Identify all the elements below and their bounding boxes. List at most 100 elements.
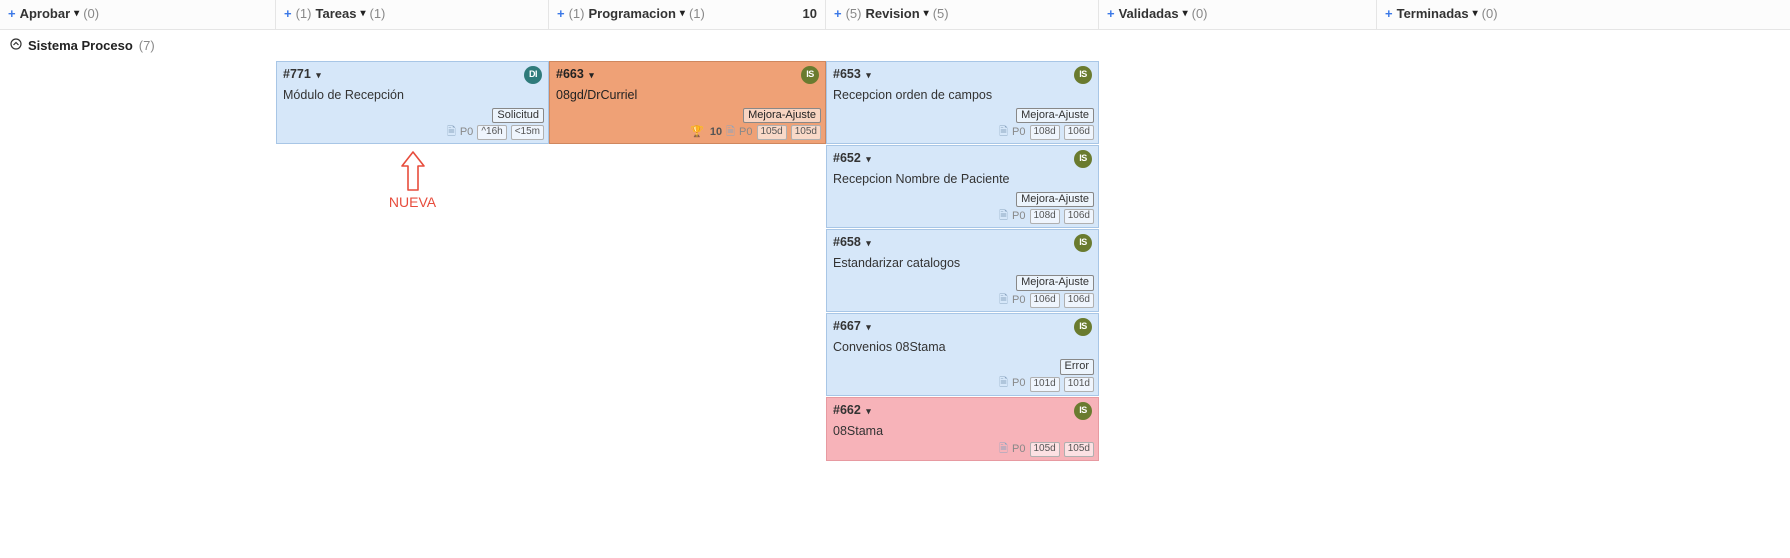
col-title: Aprobar (20, 6, 71, 21)
caret-down-icon[interactable]: ▾ (316, 70, 321, 80)
collapse-icon[interactable] (10, 38, 22, 53)
card-652[interactable]: #652 ▾ IS Recepcion Nombre de Paciente M… (826, 145, 1099, 228)
col-header-validadas[interactable]: + Validadas ▾ (0) (1099, 0, 1377, 29)
col-left-count: (5) (846, 6, 862, 21)
annotation-nueva: NUEVA (276, 150, 549, 210)
card-footer: 🏆 10 🗎 P0 105d 105d (550, 124, 825, 143)
card-id[interactable]: #652 ▾ (833, 151, 871, 167)
col-header-programacion[interactable]: + (1) Programacion ▾ (1) 10 (549, 0, 826, 29)
caret-down-icon[interactable]: ▾ (866, 154, 871, 164)
column-headers: + Aprobar ▾ (0) + (1) Tareas ▾ (1) + (1)… (0, 0, 1790, 30)
doc-icon: 🗎 (447, 126, 456, 140)
assignee-avatar[interactable]: IS (1074, 234, 1092, 252)
card-663[interactable]: #663 ▾ IS 08gd/DrCurriel Mejora-Ajuste 🏆… (549, 61, 826, 144)
card-title: Convenios 08Stama (827, 336, 1098, 358)
card-title: Recepcion orden de campos (827, 84, 1098, 106)
caret-down-icon[interactable]: ▾ (1473, 8, 1478, 19)
caret-down-icon[interactable]: ▾ (589, 70, 594, 80)
doc-icon: 🗎 (726, 126, 735, 140)
card-id[interactable]: #771 ▾ (283, 67, 321, 83)
card-age-2: 105d (1064, 442, 1094, 457)
col-body-aprobar (0, 61, 276, 462)
caret-down-icon[interactable]: ▾ (866, 322, 871, 332)
card-653[interactable]: #653 ▾ IS Recepcion orden de campos Mejo… (826, 61, 1099, 144)
assignee-avatar[interactable]: IS (1074, 318, 1092, 336)
card-age-1: 101d (1030, 377, 1060, 392)
assignee-avatar[interactable]: IS (1074, 66, 1092, 84)
col-title: Revision (865, 6, 919, 21)
col-count: (1) (689, 6, 705, 21)
card-id[interactable]: #662 ▾ (833, 403, 871, 419)
card-footer: 🗎 P0 106d 106d (827, 292, 1098, 311)
card-age-2: 106d (1064, 125, 1094, 140)
caret-down-icon[interactable]: ▾ (866, 406, 871, 416)
annotation-label: NUEVA (276, 194, 549, 210)
card-age-2: 106d (1064, 209, 1094, 224)
caret-down-icon[interactable]: ▾ (924, 8, 929, 19)
assignee-avatar[interactable]: IS (1074, 402, 1092, 420)
swimlane-header[interactable]: Sistema Proceso (7) (0, 30, 1790, 61)
card-tag[interactable]: Mejora-Ajuste (743, 108, 821, 124)
card-age-2: <15m (511, 125, 544, 140)
card-title: Estandarizar catalogos (827, 252, 1098, 274)
card-score: 10 (710, 126, 722, 140)
assignee-avatar[interactable]: DI (524, 66, 542, 84)
card-age-1: 106d (1030, 293, 1060, 308)
card-id[interactable]: #653 ▾ (833, 67, 871, 83)
col-count: (1) (369, 6, 385, 21)
caret-down-icon[interactable]: ▾ (866, 70, 871, 80)
caret-down-icon[interactable]: ▾ (74, 8, 79, 19)
card-tag[interactable]: Error (1060, 359, 1094, 375)
col-body-programacion: #663 ▾ IS 08gd/DrCurriel Mejora-Ajuste 🏆… (549, 61, 826, 462)
col-header-revision[interactable]: + (5) Revision ▾ (5) (826, 0, 1099, 29)
col-count: (0) (83, 6, 99, 21)
caret-down-icon[interactable]: ▾ (360, 8, 365, 19)
doc-icon: 🗎 (999, 126, 1008, 140)
swimlane-count: (7) (139, 38, 155, 53)
kanban-board: + Aprobar ▾ (0) + (1) Tareas ▾ (1) + (1)… (0, 0, 1790, 462)
card-title: Recepcion Nombre de Paciente (827, 168, 1098, 190)
assignee-avatar[interactable]: IS (1074, 150, 1092, 168)
card-658[interactable]: #658 ▾ IS Estandarizar catalogos Mejora-… (826, 229, 1099, 312)
card-priority: P0 (1012, 210, 1025, 224)
card-771[interactable]: #771 ▾ DI Módulo de Recepción Solicitud … (276, 61, 549, 144)
card-footer: 🗎 P0 105d 105d (827, 441, 1098, 460)
card-667[interactable]: #667 ▾ IS Convenios 08Stama Error 🗎 P0 1… (826, 313, 1099, 396)
col-header-tareas[interactable]: + (1) Tareas ▾ (1) (276, 0, 549, 29)
card-662[interactable]: #662 ▾ IS 08Stama 🗎 P0 105d 105d (826, 397, 1099, 461)
add-icon[interactable]: + (8, 6, 16, 21)
col-count: (5) (933, 6, 949, 21)
card-tag[interactable]: Mejora-Ajuste (1016, 192, 1094, 208)
card-id[interactable]: #658 ▾ (833, 235, 871, 251)
card-id[interactable]: #663 ▾ (556, 67, 594, 83)
col-header-aprobar[interactable]: + Aprobar ▾ (0) (0, 0, 276, 29)
col-title: Programacion (588, 6, 675, 21)
col-title: Tareas (315, 6, 356, 21)
card-age-2: 105d (791, 125, 821, 140)
caret-down-icon[interactable]: ▾ (866, 238, 871, 248)
card-priority: P0 (739, 126, 752, 140)
columns-body: #771 ▾ DI Módulo de Recepción Solicitud … (0, 61, 1790, 462)
add-icon[interactable]: + (557, 6, 565, 21)
card-age-1: 105d (757, 125, 787, 140)
card-footer: 🗎 P0 ^16h <15m (277, 124, 548, 143)
col-header-terminadas[interactable]: + Terminadas ▾ (0) (1377, 0, 1790, 29)
assignee-avatar[interactable]: IS (801, 66, 819, 84)
card-age-2: 106d (1064, 293, 1094, 308)
arrow-up-icon (398, 150, 428, 192)
col-left-count: (1) (569, 6, 585, 21)
add-icon[interactable]: + (1107, 6, 1115, 21)
col-body-validadas (1099, 61, 1377, 462)
col-count: (0) (1482, 6, 1498, 21)
col-title: Validadas (1119, 6, 1179, 21)
caret-down-icon[interactable]: ▾ (1183, 8, 1188, 19)
card-tag[interactable]: Mejora-Ajuste (1016, 108, 1094, 124)
card-id[interactable]: #667 ▾ (833, 319, 871, 335)
caret-down-icon[interactable]: ▾ (680, 8, 685, 19)
add-icon[interactable]: + (834, 6, 842, 21)
card-tag[interactable]: Solicitud (492, 108, 544, 124)
add-icon[interactable]: + (1385, 6, 1393, 21)
swimlane-name: Sistema Proceso (28, 38, 133, 53)
add-icon[interactable]: + (284, 6, 292, 21)
card-tag[interactable]: Mejora-Ajuste (1016, 275, 1094, 291)
